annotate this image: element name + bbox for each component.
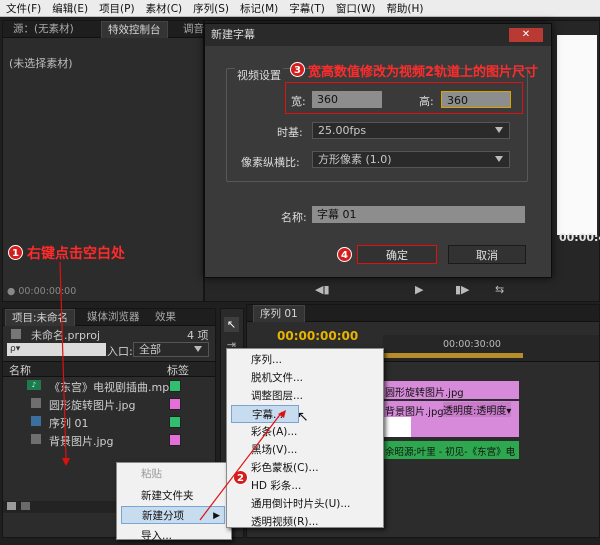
annotation-arrows: [59, 261, 286, 521]
arrow-2: [199, 411, 283, 521]
arrow-1: [59, 261, 67, 459]
arrow-1-head: [62, 458, 70, 466]
arrow-2-head: [278, 410, 286, 418]
